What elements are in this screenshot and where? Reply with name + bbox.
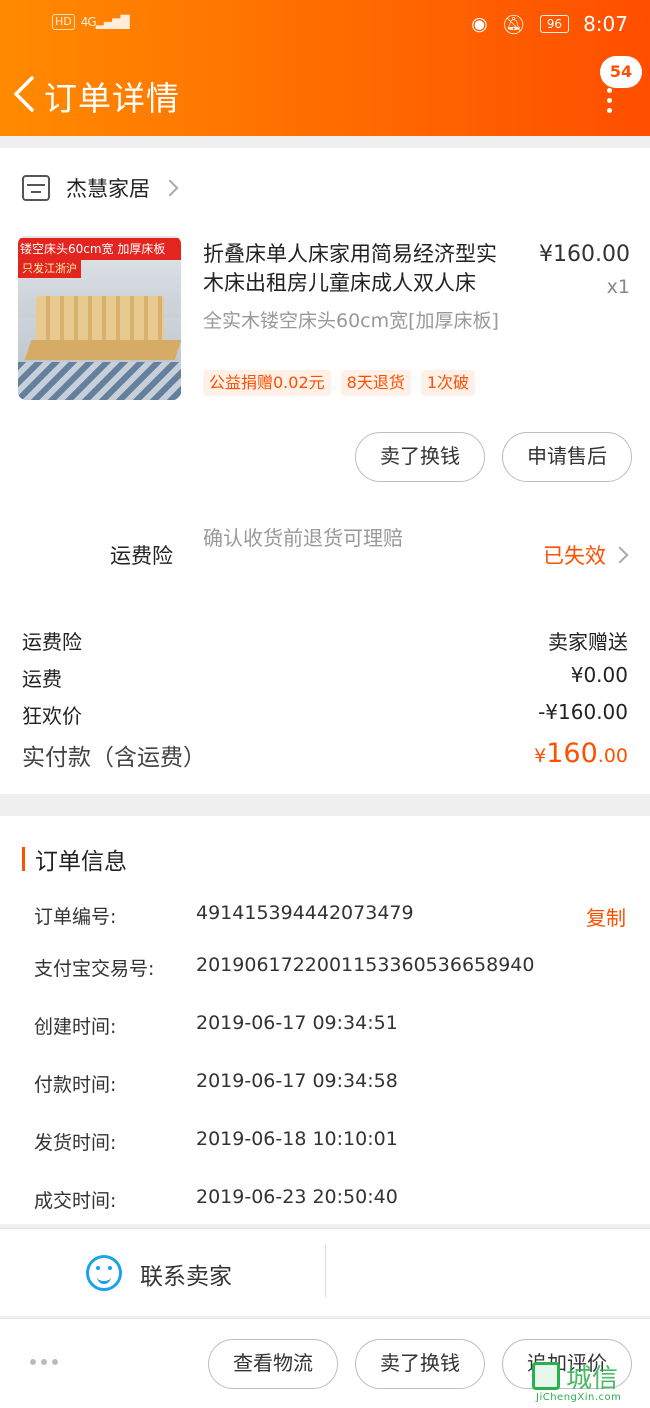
watermark-url: JiChengXin.com bbox=[536, 1392, 622, 1403]
product-sku: 全实木镂空床头60cm宽[加厚床板] bbox=[203, 310, 499, 332]
product-title[interactable]: 折叠床单人床家用简易经济型实木床出租房儿童床成人双人床 bbox=[203, 240, 513, 298]
info-key: 发货时间: bbox=[34, 1132, 117, 1154]
info-value: 2019-06-17 09:34:58 bbox=[196, 1070, 398, 1092]
product-image[interactable]: 镂空床头60cm宽 加厚床板 只发江浙沪 bbox=[18, 236, 181, 400]
info-row-completed: 成交时间: 2019-06-23 20:50:40 bbox=[34, 1186, 626, 1213]
info-key: 支付宝交易号: bbox=[34, 958, 155, 980]
info-value: 491415394442073479 bbox=[196, 902, 414, 924]
product-tags: 公益捐赠0.02元 8天退货 1次破 bbox=[203, 370, 476, 396]
info-value: 2019061722001153360536658940 bbox=[196, 954, 535, 976]
info-key: 付款时间: bbox=[34, 1074, 117, 1096]
view-logistics-button[interactable]: 查看物流 bbox=[208, 1339, 338, 1389]
currency-symbol: ¥ bbox=[534, 745, 547, 767]
total-paid-row: 实付款（含运费） ¥160.00 bbox=[22, 738, 628, 772]
divider bbox=[325, 1245, 326, 1297]
tag-charity: 公益捐赠0.02元 bbox=[203, 370, 331, 396]
watermark-logo: 城信 JiChengXin.com bbox=[532, 1358, 648, 1404]
clock: 8:07 bbox=[583, 12, 628, 36]
tag-break: 1次破 bbox=[420, 370, 476, 396]
shop-name: 杰慧家居 bbox=[66, 177, 150, 201]
message-count-badge[interactable]: 54 bbox=[600, 56, 642, 88]
info-row-alipay-no: 支付宝交易号: 2019061722001153360536658940 bbox=[34, 954, 626, 981]
info-row-shipped: 发货时间: 2019-06-18 10:10:01 bbox=[34, 1128, 626, 1155]
order-info-heading: 订单信息 bbox=[22, 842, 127, 876]
summary-value: -¥160.00 bbox=[538, 700, 628, 724]
info-value: 2019-06-23 20:50:40 bbox=[196, 1186, 398, 1208]
image-shipping-tag: 只发江浙沪 bbox=[18, 260, 81, 278]
after-sale-button[interactable]: 申请售后 bbox=[502, 432, 632, 482]
info-row-order-no: 订单编号: 491415394442073479 复制 bbox=[34, 902, 626, 931]
sell-for-cash-button-bottom[interactable]: 卖了换钱 bbox=[355, 1339, 485, 1389]
summary-key: 运费险 bbox=[22, 630, 82, 654]
summary-row: 狂欢价 -¥160.00 bbox=[22, 700, 628, 729]
product-quantity: x1 bbox=[606, 276, 630, 298]
status-bar: HD 4G▂▄▆█ ◉ 🔕︎ 96 8:07 bbox=[0, 12, 650, 40]
network-type: 4G bbox=[80, 15, 97, 29]
page-title: 订单详情 bbox=[44, 79, 180, 118]
copy-button[interactable]: 复制 bbox=[586, 902, 626, 931]
accent-bar bbox=[22, 847, 25, 871]
sell-for-cash-button[interactable]: 卖了换钱 bbox=[355, 432, 485, 482]
watermark-text: 城信 bbox=[566, 1364, 619, 1394]
battery-icon: 96 bbox=[539, 15, 570, 33]
order-info-card: 订单信息 订单编号: 491415394442073479 复制 支付宝交易号:… bbox=[0, 816, 650, 1224]
insurance-label: 运费险 bbox=[110, 544, 173, 568]
chevron-right-icon bbox=[611, 546, 629, 564]
insurance-desc: 确认收货前退货可理赔 bbox=[203, 526, 403, 550]
amount-integer: 160 bbox=[546, 738, 598, 769]
summary-row: 运费 ¥0.00 bbox=[22, 663, 628, 692]
hd-indicator: HD bbox=[52, 14, 75, 30]
total-paid-label: 实付款（含运费） bbox=[22, 745, 206, 771]
chevron-right-icon bbox=[161, 179, 179, 197]
shop-icon bbox=[22, 175, 50, 201]
summary-value: ¥0.00 bbox=[570, 663, 628, 687]
watermark-box-icon bbox=[532, 1362, 560, 1390]
nav-bar: 订单详情 54 bbox=[0, 56, 650, 124]
more-menu-icon[interactable] bbox=[606, 88, 614, 113]
tag-return: 8天退货 bbox=[340, 370, 411, 396]
shop-link[interactable]: 杰慧家居 bbox=[22, 172, 179, 204]
summary-key: 狂欢价 bbox=[22, 704, 82, 728]
chat-face-icon[interactable] bbox=[86, 1255, 122, 1291]
summary-row: 运费险 卖家赠送 bbox=[22, 626, 628, 655]
info-row-paid: 付款时间: 2019-06-17 09:34:58 bbox=[34, 1070, 626, 1097]
product-price: ¥160.00 bbox=[539, 242, 630, 267]
summary-value: 卖家赠送 bbox=[548, 630, 628, 654]
image-promo-tag: 镂空床头60cm宽 加厚床板 bbox=[18, 238, 181, 260]
amount-decimal: .00 bbox=[597, 745, 628, 767]
info-row-created: 创建时间: 2019-06-17 09:34:51 bbox=[34, 1012, 626, 1039]
total-paid-amount: ¥160.00 bbox=[534, 738, 628, 772]
info-value: 2019-06-17 09:34:51 bbox=[196, 1012, 398, 1034]
info-key: 创建时间: bbox=[34, 1016, 117, 1038]
eye-icon: ◉ bbox=[471, 13, 488, 35]
info-value: 2019-06-18 10:10:01 bbox=[196, 1128, 398, 1150]
bottom-action-bar: 查看物流 卖了换钱 追加评价 城信 JiChengXin.com bbox=[0, 1318, 650, 1408]
order-card: 杰慧家居 镂空床头60cm宽 加厚床板 只发江浙沪 折叠床单人床家用简易经济型实… bbox=[0, 148, 650, 794]
mute-bell-icon: 🔕︎ bbox=[501, 13, 526, 36]
top-header: HD 4G▂▄▆█ ◉ 🔕︎ 96 8:07 订单详情 54 bbox=[0, 0, 650, 136]
back-arrow-icon[interactable] bbox=[10, 74, 40, 114]
order-info-title: 订单信息 bbox=[35, 849, 127, 875]
more-dots-icon[interactable] bbox=[30, 1359, 58, 1365]
insurance-status[interactable]: 已失效 bbox=[543, 540, 629, 570]
info-key: 订单编号: bbox=[34, 906, 117, 928]
insurance-status-text: 已失效 bbox=[543, 544, 606, 568]
contact-seller-bar: 联系卖家 bbox=[0, 1228, 650, 1316]
signal-icon: 4G▂▄▆█ bbox=[80, 15, 130, 29]
contact-seller-button[interactable]: 联系卖家 bbox=[140, 1257, 232, 1291]
summary-key: 运费 bbox=[22, 667, 62, 691]
info-key: 成交时间: bbox=[34, 1190, 117, 1212]
